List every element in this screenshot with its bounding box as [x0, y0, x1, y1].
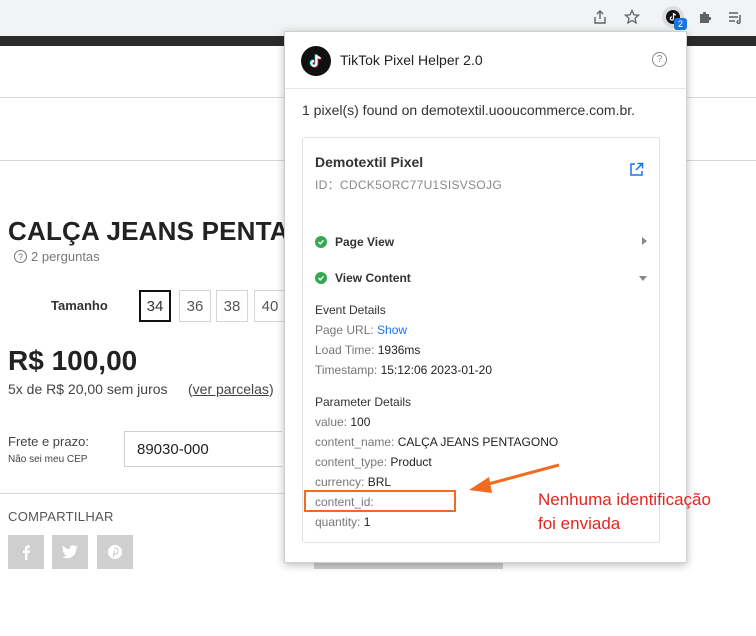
param-value-row: value: 100	[315, 415, 370, 429]
page-url-row: Page URL: Show	[315, 323, 407, 337]
twitter-share-button[interactable]	[52, 535, 88, 569]
pinterest-share-button[interactable]	[97, 535, 133, 569]
size-option-34[interactable]: 34	[139, 290, 171, 322]
extension-badge: 2	[674, 18, 687, 30]
kv-value: CALÇA JEANS PENTAGONO	[397, 435, 559, 449]
twitter-icon	[62, 545, 78, 559]
load-time-row: Load Time: 1936ms	[315, 343, 420, 357]
annotation-text: Nenhuma identificação foi enviada	[538, 488, 711, 536]
check-icon	[315, 272, 327, 284]
kv-key: currency:	[315, 475, 365, 489]
popup-title: TikTok Pixel Helper 2.0	[340, 52, 483, 68]
param-content-name-row: content_name: CALÇA JEANS PENTAGONO	[315, 435, 558, 449]
pixel-name: Demotextil Pixel	[315, 154, 424, 170]
kv-key: quantity:	[315, 515, 361, 529]
parameter-details-heading: Parameter Details	[315, 395, 412, 409]
kv-value: Product	[390, 455, 432, 469]
kv-value: 1	[363, 515, 371, 529]
size-option-38[interactable]: 38	[216, 290, 248, 322]
event-view-content[interactable]: View Content	[315, 269, 647, 287]
facebook-share-button[interactable]	[8, 535, 44, 569]
questions-count: 2 perguntas	[31, 249, 100, 264]
size-label: Tamanho	[51, 298, 108, 313]
page-url-show-link[interactable]: Show	[377, 323, 407, 337]
help-icon[interactable]: ?	[652, 52, 667, 67]
size-option-36[interactable]: 36	[179, 290, 211, 322]
kv-key: Load Time:	[315, 343, 375, 357]
kv-key: value:	[315, 415, 348, 429]
tiktok-logo-icon	[301, 46, 331, 76]
annotation-line-1: Nenhuma identificação	[538, 490, 711, 509]
caret-right-icon	[642, 237, 647, 245]
event-details-heading: Event Details	[315, 303, 386, 317]
freight-label: Frete e prazo:	[8, 434, 89, 449]
caret-down-icon	[639, 276, 647, 281]
pixels-found-text: 1 pixel(s) found on demotextil.uooucomme…	[302, 102, 636, 118]
size-option-40[interactable]: 40	[254, 290, 286, 322]
pixel-id: ID：CDCK5ORC77U1SISVSOJG	[315, 178, 502, 192]
param-quantity-row: quantity: 1	[315, 515, 370, 529]
questions-link[interactable]: ? 2 perguntas	[14, 249, 100, 264]
kv-value: 1936ms	[377, 343, 421, 357]
puzzle-extensions-icon[interactable]	[694, 6, 716, 28]
event-label: Page View	[335, 235, 395, 249]
installments-info: 5x de R$ 20,00 sem juros (ver parcelas)	[8, 381, 274, 397]
divider	[0, 493, 284, 494]
product-price: R$ 100,00	[8, 345, 138, 376]
event-label: View Content	[335, 271, 411, 285]
facebook-icon	[23, 545, 30, 560]
pinterest-icon	[108, 545, 122, 559]
installments-link[interactable]: ver parcelas	[193, 381, 269, 397]
kv-value: 100	[350, 415, 371, 429]
param-content-type-row: content_type: Product	[315, 455, 432, 469]
unknown-cep-link[interactable]: Não sei meu CEP	[8, 454, 87, 465]
event-page-view[interactable]: Page View	[315, 233, 647, 251]
annotation-highlight-box	[304, 490, 456, 512]
installments-text: 5x de R$ 20,00 sem juros	[8, 381, 168, 397]
param-currency-row: currency: BRL	[315, 475, 391, 489]
kv-key: content_name:	[315, 435, 395, 449]
share-icon[interactable]	[589, 6, 611, 28]
kv-value: BRL	[367, 475, 392, 489]
product-title: CALÇA JEANS PENTAGO	[8, 216, 330, 246]
installments-link-wrapper: (ver parcelas)	[188, 381, 274, 397]
kv-key: Timestamp:	[315, 363, 378, 377]
check-icon	[315, 236, 327, 248]
question-icon: ?	[14, 250, 27, 263]
kv-key: content_type:	[315, 455, 388, 469]
external-link-icon[interactable]	[629, 162, 644, 182]
timestamp-row: Timestamp: 15:12:06 2023-01-20	[315, 363, 492, 377]
share-label: COMPARTILHAR	[8, 509, 114, 524]
kv-value: 15:12:06 2023-01-20	[380, 363, 493, 377]
paren-close: )	[268, 381, 274, 397]
reading-list-icon[interactable]	[724, 6, 746, 28]
annotation-line-2: foi enviada	[538, 514, 621, 533]
kv-key: Page URL:	[315, 323, 374, 337]
cep-input[interactable]	[124, 431, 282, 467]
divider	[285, 88, 686, 89]
bookmark-star-icon[interactable]	[621, 6, 643, 28]
